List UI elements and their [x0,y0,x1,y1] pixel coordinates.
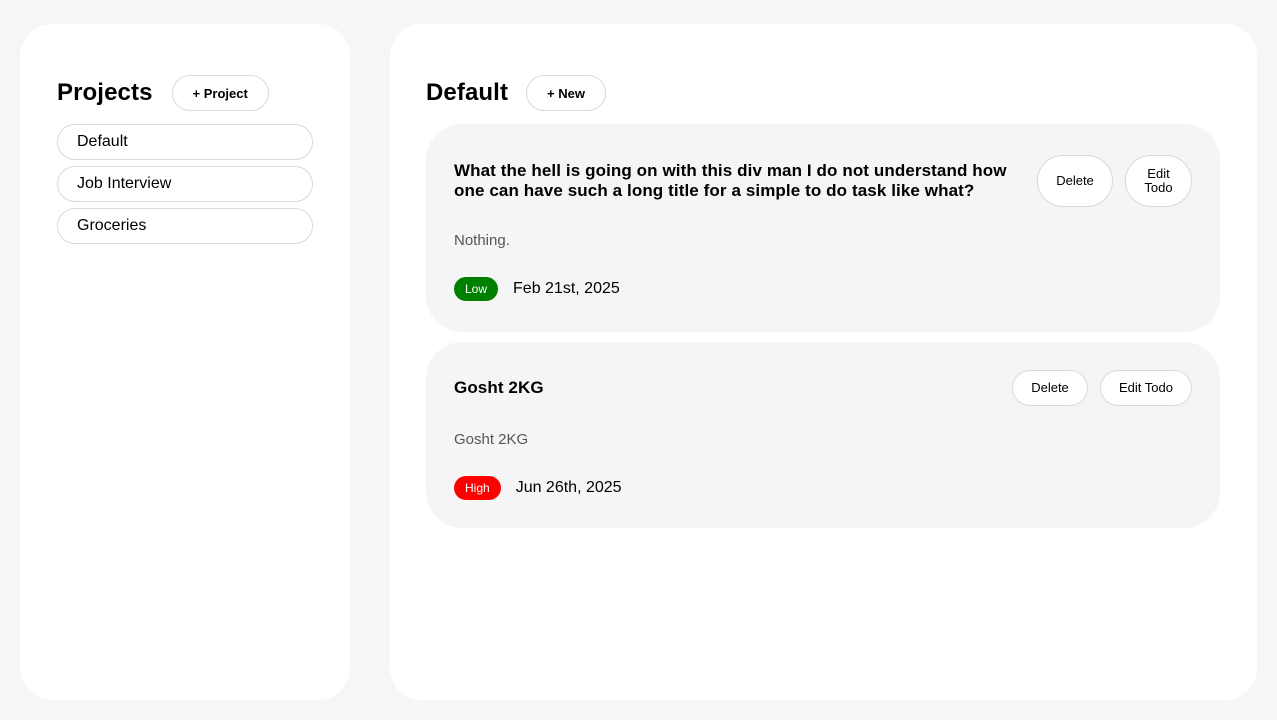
todo-description: Nothing. [454,232,510,249]
todo-title: What the hell is going on with this div … [454,161,1007,200]
priority-badge: Low [454,277,499,301]
sidebar: Projects + Project Default Job Interview… [20,24,350,700]
todo-meta: High Jun 26th, 2025 [454,476,1192,500]
todo-list: What the hell is going on with this div … [426,124,1220,528]
todo-meta: Low Feb 21st, 2025 [454,277,1192,301]
priority-badge: High [454,476,501,500]
todo-header: What the hell is going on with this div … [454,155,1192,207]
add-project-button[interactable]: + Project [171,75,269,111]
todo-card: Gosht 2KG Delete Edit Todo Gosht 2KG Hig… [426,342,1220,528]
main-panel: Default + New What the hell is going on … [390,24,1257,700]
project-item-groceries[interactable]: Groceries [57,208,313,244]
todo-header: Gosht 2KG Delete Edit Todo [454,370,1192,406]
project-title: Default [426,79,509,106]
delete-button[interactable]: Delete [1037,155,1113,207]
projects-title: Projects [57,79,153,106]
project-list: Default Job Interview Groceries [57,124,313,244]
todo-description: Gosht 2KG [454,431,529,448]
delete-button[interactable]: Delete [1012,370,1088,406]
todo-due-date: Feb 21st, 2025 [513,280,620,297]
sidebar-header: Projects + Project [57,74,313,112]
todo-due-date: Jun 26th, 2025 [515,479,622,496]
todo-title: Gosht 2KG [454,378,544,397]
todo-actions: Delete Edit Todo [1037,155,1192,207]
todo-actions: Delete Edit Todo [1012,370,1192,406]
edit-todo-button[interactable]: Edit Todo [1125,155,1192,207]
project-item-default[interactable]: Default [57,124,313,160]
todo-card: What the hell is going on with this div … [426,124,1220,332]
project-item-job-interview[interactable]: Job Interview [57,166,313,202]
edit-todo-button[interactable]: Edit Todo [1100,370,1192,406]
new-todo-button[interactable]: + New [526,75,606,111]
main-header: Default + New [426,74,1220,112]
